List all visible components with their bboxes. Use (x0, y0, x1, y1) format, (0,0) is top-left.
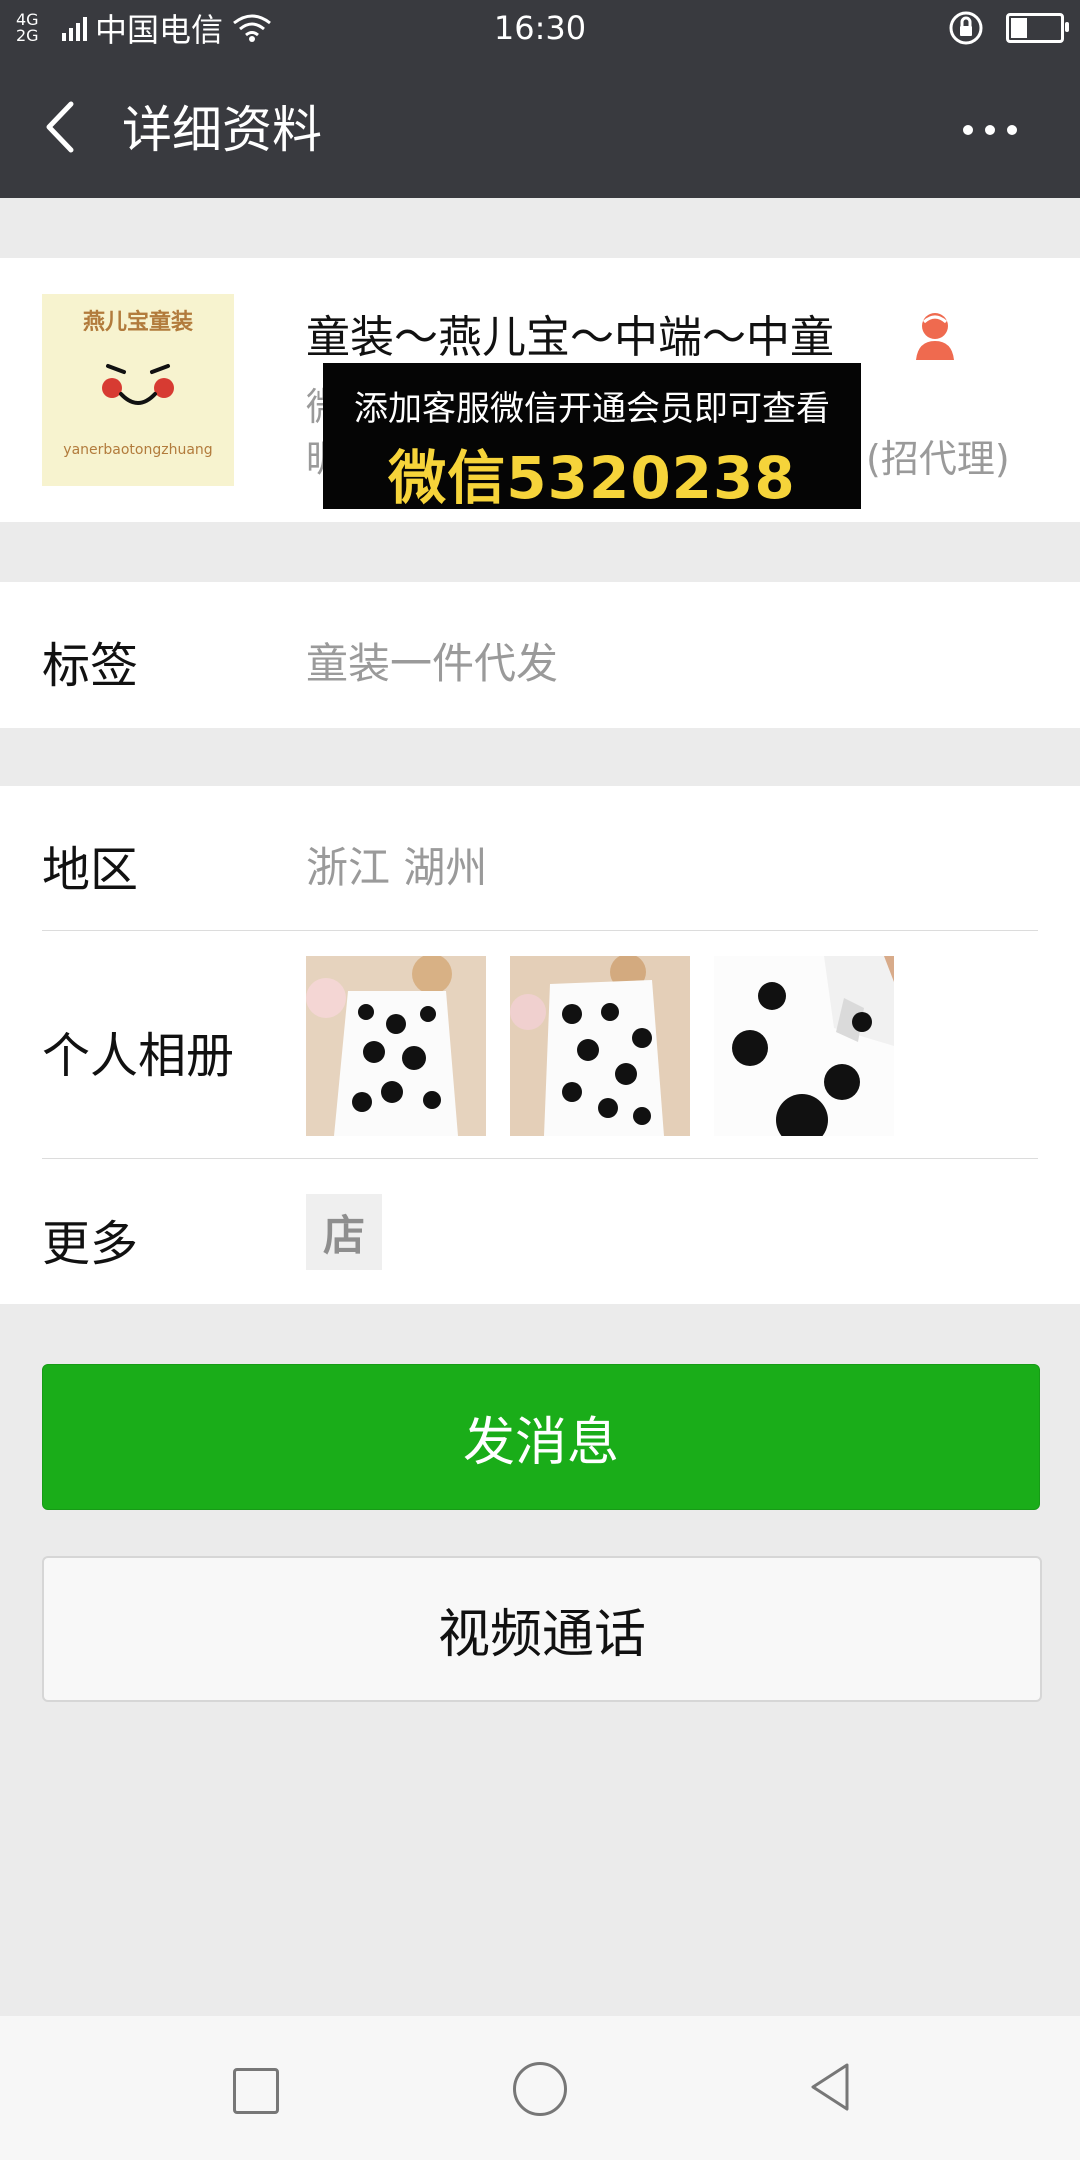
more-options-button[interactable] (940, 100, 1040, 160)
avatar-brand-text: 燕儿宝童装 (82, 310, 193, 335)
battery-level (1011, 18, 1027, 38)
promo-line-2: 微信5320238 (388, 444, 796, 512)
album-photo-3[interactable] (714, 956, 894, 1136)
tags-value: 童装一件代发 (306, 639, 559, 688)
profile-name: 童装～燕儿宝～中端～中童 (306, 312, 834, 363)
info-card: 地区 浙江 湖州 个人相册 更多 店 (0, 786, 1080, 1304)
album-photo-2[interactable] (510, 956, 690, 1136)
more-dot-3 (1007, 125, 1017, 135)
profile-avatar[interactable]: 燕儿宝童装 yanerbaotongzhuang (42, 294, 234, 486)
status-bar: 4G 2G 中国电信 16:30 (0, 0, 1080, 56)
back-button[interactable] (30, 92, 90, 162)
profile-agent-note: (招代理) (866, 437, 1010, 481)
tags-label: 标签 (42, 638, 139, 694)
system-back-button[interactable] (805, 2061, 855, 2113)
more-label: 更多 (42, 1216, 139, 1272)
system-navigation-bar (0, 2016, 1080, 2160)
album-photo-1[interactable] (306, 956, 486, 1136)
home-button[interactable] (513, 2062, 567, 2116)
tags-row[interactable]: 标签 童装一件代发 (0, 582, 1080, 728)
info-divider-2 (42, 1158, 1038, 1159)
back-icon (46, 101, 74, 153)
promo-overlay: 添加客服微信开通会员即可查看 微信5320238 (323, 363, 861, 512)
promo-line-1: 添加客服微信开通会员即可查看 (354, 389, 830, 429)
more-dot-1 (963, 125, 973, 135)
photo-image (306, 956, 486, 1136)
avatar-face-illustration (102, 364, 174, 405)
region-value: 浙江 湖州 (306, 843, 488, 892)
store-icon[interactable]: 店 (306, 1194, 382, 1270)
region-label: 地区 (42, 842, 139, 898)
recent-apps-button[interactable] (233, 2068, 279, 2114)
page-title: 详细资料 (122, 101, 322, 159)
battery-icon (1006, 13, 1069, 43)
info-divider-1 (42, 930, 1038, 931)
photo-image (714, 956, 894, 1136)
top-navigation-bar: 详细资料 (0, 56, 1080, 198)
clock: 16:30 (493, 9, 587, 47)
video-call-button[interactable]: 视频通话 (42, 1556, 1042, 1702)
more-dot-2 (985, 125, 995, 135)
avatar-sub-text: yanerbaotongzhuang (63, 442, 213, 458)
album-label: 个人相册 (42, 1028, 235, 1084)
rotation-lock-icon (949, 11, 983, 45)
contact-person-icon (916, 313, 954, 360)
send-message-button[interactable]: 发消息 (42, 1364, 1040, 1510)
photo-image (510, 956, 690, 1136)
status-right (948, 8, 1069, 48)
